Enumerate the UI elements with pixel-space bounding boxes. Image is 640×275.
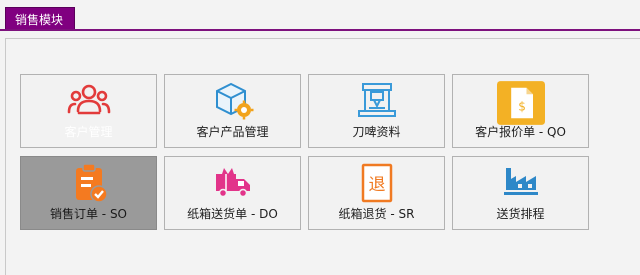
delivery-truck-icon — [215, 168, 250, 198]
carton-return-tile[interactable]: 退 纸箱退货 - SR — [308, 156, 445, 230]
users-icon — [67, 84, 110, 115]
delivery-schedule-label: 送货排程 — [496, 207, 545, 221]
delivery-schedule-tile[interactable]: 送货排程 — [452, 156, 589, 230]
customer-management-label: 客户管理 — [64, 125, 113, 139]
box-gear-icon — [215, 82, 253, 120]
sales-order-label: 销售订单 - SO — [49, 207, 128, 221]
customer-quotation-tile[interactable]: $ 客户报价单 - QO — [452, 74, 589, 148]
customer-product-management-tile[interactable]: 客户产品管理 — [164, 74, 301, 148]
sales-module-tab[interactable]: 销售模块 — [5, 7, 75, 29]
module-panel — [0, 29, 640, 275]
carton-return-label: 纸箱退货 - SR — [338, 207, 415, 221]
customer-product-management-label: 客户产品管理 — [196, 125, 269, 139]
carton-delivery-note-tile[interactable]: 纸箱送货单 - DO — [164, 156, 301, 230]
factory-schedule-icon — [503, 168, 538, 195]
svg-text:退: 退 — [368, 175, 385, 195]
clipboard-check-icon — [75, 163, 108, 203]
die-cut-data-tile[interactable]: 刀啤资料 — [308, 74, 445, 148]
customer-management-tile[interactable]: 客户管理 — [20, 74, 157, 148]
sales-order-tile[interactable]: 销售订单 - SO — [20, 156, 157, 230]
svg-text:$: $ — [518, 100, 526, 114]
die-cut-data-label: 刀啤资料 — [352, 125, 401, 139]
sales-module-tab-label: 销售模块 — [15, 13, 64, 27]
carton-delivery-note-label: 纸箱送货单 - DO — [187, 207, 278, 221]
quotation-document-icon: $ — [496, 81, 545, 125]
return-goods-icon: 退 — [361, 163, 392, 203]
customer-quotation-label: 客户报价单 - QO — [475, 125, 566, 139]
die-cutter-icon — [357, 83, 396, 117]
